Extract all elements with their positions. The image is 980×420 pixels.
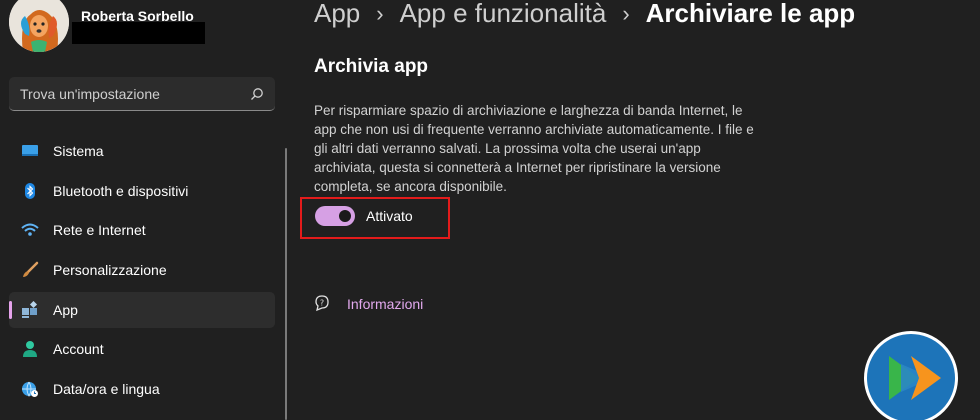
help-chat-icon: ? (315, 295, 329, 312)
section-description: Per risparmiare spazio di archiviazione … (314, 103, 754, 194)
breadcrumb-item-app-funzionalita[interactable]: App e funzionalità (400, 0, 607, 29)
sidebar-item-sistema[interactable]: Sistema (9, 133, 275, 169)
sidebar: Roberta Sorbello Trova un'impostazione S… (0, 0, 290, 420)
sidebar-item-data-ora[interactable]: Data/ora e lingua (9, 371, 275, 407)
avatar-dog-illustration-icon (9, 0, 69, 52)
search-input[interactable]: Trova un'impostazione (9, 77, 275, 111)
active-indicator (9, 301, 12, 319)
channel-logo (864, 331, 958, 420)
sidebar-item-label: App (53, 302, 78, 318)
chevron-right-icon: › (622, 0, 630, 26)
toggle-state-label: Attivato (366, 208, 413, 224)
brush-icon (23, 261, 39, 277)
globe-clock-icon (22, 381, 38, 397)
page-title: Archiviare le app (645, 0, 856, 28)
sidebar-item-account[interactable]: Account (9, 331, 275, 367)
sidebar-item-app[interactable]: App (9, 292, 275, 328)
sidebar-item-bluetooth[interactable]: Bluetooth e dispositivi (9, 173, 275, 209)
bluetooth-icon (25, 183, 35, 199)
section-title: Archivia app (314, 56, 429, 77)
apps-icon (22, 301, 38, 318)
wifi-icon (21, 223, 39, 236)
sidebar-item-rete[interactable]: Rete e Internet (9, 212, 275, 248)
play-logo-icon (889, 356, 941, 400)
sidebar-item-label: Sistema (53, 143, 104, 159)
info-link[interactable]: Informazioni (347, 296, 423, 312)
redacted-email (72, 22, 205, 44)
archive-apps-toggle[interactable] (315, 206, 355, 226)
monitor-icon (22, 145, 38, 156)
sidebar-item-personalizzazione[interactable]: Personalizzazione (9, 252, 275, 288)
search-placeholder: Trova un'impostazione (20, 86, 160, 102)
sidebar-item-label: Bluetooth e dispositivi (53, 183, 189, 199)
sidebar-item-label: Personalizzazione (53, 262, 167, 278)
svg-text:?: ? (320, 299, 324, 308)
breadcrumb: App › App e funzionalità › Archiviare le… (314, 0, 855, 29)
breadcrumb-item-app[interactable]: App (314, 0, 360, 29)
account-icon (23, 341, 37, 357)
search-icon[interactable] (250, 87, 264, 101)
toggle-knob (339, 210, 351, 222)
sidebar-scrollbar[interactable] (285, 148, 287, 420)
sidebar-item-label: Data/ora e lingua (53, 381, 160, 397)
chevron-right-icon: › (376, 0, 384, 26)
sidebar-item-label: Account (53, 341, 104, 357)
sidebar-item-label: Rete e Internet (53, 222, 146, 238)
avatar[interactable] (9, 0, 69, 52)
